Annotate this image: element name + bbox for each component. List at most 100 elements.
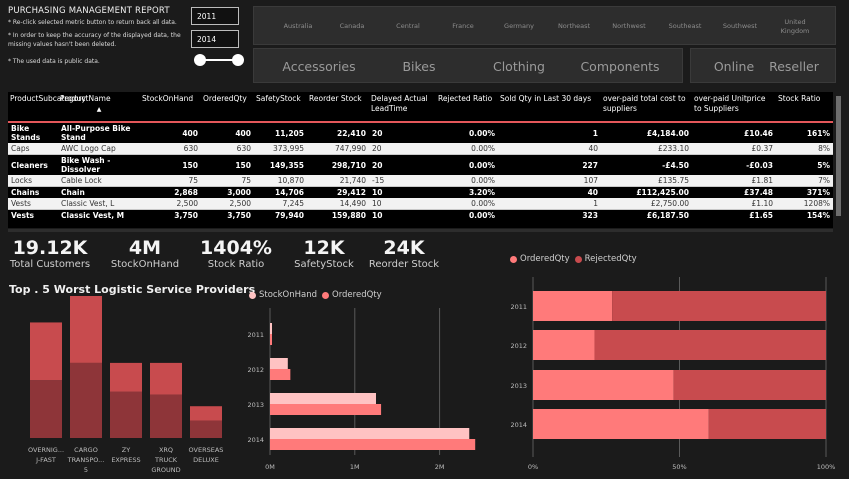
- table-vertical-scrollbar[interactable]: [836, 96, 841, 216]
- stock-ordered-bar-chart: 0M 1M 2M 2011 2012 2013 2014: [247, 308, 476, 471]
- x-tick-label: J-FAST: [35, 456, 56, 464]
- country-button-northwest[interactable]: Northwest: [598, 7, 660, 46]
- country-button-southeast[interactable]: Southeast: [654, 7, 716, 46]
- table-cell: 8%: [776, 143, 833, 155]
- table-cell: £10.46: [692, 122, 776, 143]
- column-header-safety-stock[interactable]: SafetyStock: [254, 92, 307, 123]
- table-row[interactable]: Locks Cable Lock 75 75 10,870 21,740 -15 0.00% 1…: [8, 175, 833, 187]
- column-header-sold-qty-30[interactable]: Sold Qty in Last 30 days: [498, 92, 601, 123]
- column-header-stock-on-hand[interactable]: StockOnHand: [140, 92, 201, 123]
- bar-stock-on-hand[interactable]: [270, 358, 288, 369]
- column-header-label: Stock Ratio: [778, 94, 821, 103]
- x-tick-label: XRQ: [159, 446, 173, 454]
- table-cell: -£4.50: [601, 154, 692, 175]
- bar-stock-on-hand[interactable]: [270, 428, 470, 439]
- table-cell: 149,355: [254, 154, 307, 175]
- table-cell: 1208%: [776, 198, 833, 210]
- bar-rejected-qty[interactable]: [612, 291, 826, 321]
- year-from-input[interactable]: 2011: [191, 7, 239, 25]
- bar-lower[interactable]: [190, 420, 222, 438]
- x-tick-label: CARGO: [74, 446, 98, 454]
- y-tick-label: 2011: [510, 303, 527, 311]
- country-button-united-kingdom[interactable]: United Kingdom: [770, 7, 820, 46]
- table-row[interactable]: Vests Classic Vest, M 3,750 3,750 79,940 159,…: [8, 209, 833, 221]
- table-cell: Caps: [8, 143, 58, 155]
- column-header-ordered-qty[interactable]: OrderedQty: [201, 92, 254, 123]
- bar-rejected-qty[interactable]: [594, 330, 826, 360]
- table-cell: 10: [369, 186, 436, 198]
- bar-ordered-qty[interactable]: [270, 369, 291, 380]
- bar-lower[interactable]: [110, 391, 142, 438]
- table-cell: 40: [498, 186, 601, 198]
- bar-ordered-qty[interactable]: [270, 404, 382, 415]
- table-cell: Locks: [8, 175, 58, 187]
- table-cell: 79,940: [254, 209, 307, 221]
- year-slider-end-handle[interactable]: [232, 54, 244, 66]
- kpi-total-customers: 19.12K Total Customers: [8, 237, 92, 270]
- bar-lower[interactable]: [30, 380, 62, 438]
- table-row[interactable]: Vests Classic Vest, L 2,500 2,500 7,245 14,49…: [8, 198, 833, 210]
- table-cell: 150: [140, 154, 201, 175]
- rejected-chart-legend: OrderedQty RejectedQty: [510, 254, 637, 264]
- bar-rejected-qty[interactable]: [673, 370, 826, 400]
- table-cell: £4,184.00: [601, 122, 692, 143]
- column-header-overpaid-total[interactable]: over-paid total cost to suppliers: [601, 92, 692, 123]
- bar-lower[interactable]: [150, 394, 182, 438]
- column-header-reorder-stock[interactable]: Reorder Stock: [307, 92, 369, 123]
- bar-upper[interactable]: [70, 296, 102, 363]
- category-button-accessories[interactable]: Accessories: [274, 49, 364, 84]
- kpi-label: SafetyStock: [294, 259, 354, 270]
- category-button-components[interactable]: Components: [572, 49, 668, 84]
- category-button-clothing[interactable]: Clothing: [479, 49, 559, 84]
- y-tick-label: 2011: [247, 331, 264, 339]
- category-button-bikes[interactable]: Bikes: [384, 49, 454, 84]
- bar-ordered-qty[interactable]: [533, 330, 595, 360]
- bar-upper[interactable]: [30, 322, 62, 381]
- column-header-label: over-paid Unitprice to Suppliers: [694, 94, 766, 113]
- bar-ordered-qty[interactable]: [270, 334, 272, 345]
- table-cell: 40: [498, 143, 601, 155]
- bar-ordered-qty[interactable]: [533, 291, 613, 321]
- bar-rejected-qty[interactable]: [708, 409, 826, 439]
- table-row[interactable]: Chains Chain 2,868 3,000 14,706 29,412 10 3.20%…: [8, 186, 833, 198]
- column-header-stock-ratio[interactable]: Stock Ratio: [776, 92, 833, 123]
- table-row[interactable]: Caps AWC Logo Cap 630 630 373,995 747,990 20 0.…: [8, 143, 833, 155]
- country-button-northeast[interactable]: Northeast: [542, 7, 606, 46]
- year-to-input[interactable]: 2014: [191, 30, 239, 48]
- column-header-label: SafetyStock: [256, 94, 301, 103]
- bar-upper[interactable]: [150, 362, 182, 395]
- country-button-southwest[interactable]: Southwest: [710, 7, 770, 46]
- bar-ordered-qty[interactable]: [533, 370, 674, 400]
- year-slider-start-handle[interactable]: [194, 54, 206, 66]
- ordered-rejected-100-bar-chart: 0% 50% 100% 2011 2012 2013 2014: [510, 277, 835, 471]
- column-header-overpaid-unitprice[interactable]: over-paid Unitprice to Suppliers: [692, 92, 776, 123]
- bar-ordered-qty[interactable]: [270, 439, 476, 450]
- bar-ordered-qty[interactable]: [533, 409, 709, 439]
- table-cell: £2,750.00: [601, 198, 692, 210]
- bar-lower[interactable]: [70, 362, 102, 438]
- column-header-product-name[interactable]: ProductName ▲: [58, 92, 140, 123]
- legend-dot-rejected: [574, 255, 582, 263]
- column-header-product-subcategory[interactable]: ProductSubcategory: [8, 92, 86, 123]
- channel-button-reseller[interactable]: Reseller: [763, 49, 825, 84]
- channel-button-online[interactable]: Online: [705, 49, 763, 84]
- column-header-delayed-leadtime[interactable]: Delayed Actual LeadTime: [369, 92, 436, 123]
- table-cell: £37.48: [692, 186, 776, 198]
- bar-upper[interactable]: [190, 406, 222, 421]
- y-tick-label: 2013: [247, 401, 264, 409]
- kpi-safety-stock: 12K SafetyStock: [282, 237, 366, 270]
- legend-dot-stock: [249, 291, 256, 299]
- bar-stock-on-hand[interactable]: [270, 393, 376, 404]
- table-horizontal-scrollbar[interactable]: [8, 229, 833, 232]
- bar-upper[interactable]: [110, 362, 142, 392]
- table-cell: £1.10: [692, 198, 776, 210]
- table-row[interactable]: Cleaners Bike Wash - Dissolver 150 150 149,3…: [8, 154, 833, 175]
- table-cell: 10: [369, 198, 436, 210]
- sort-up-icon[interactable]: ▲: [60, 105, 138, 115]
- table-cell: 373,995: [254, 143, 307, 155]
- bar-stock-on-hand[interactable]: [270, 323, 272, 334]
- table-cell: 3.20%: [436, 186, 498, 198]
- column-header-rejected-ratio[interactable]: Rejected Ratio: [436, 92, 498, 123]
- table-row[interactable]: Bike Stands All-Purpose Bike Stand 400 400 1…: [8, 122, 833, 143]
- table-cell: 2,500: [140, 198, 201, 210]
